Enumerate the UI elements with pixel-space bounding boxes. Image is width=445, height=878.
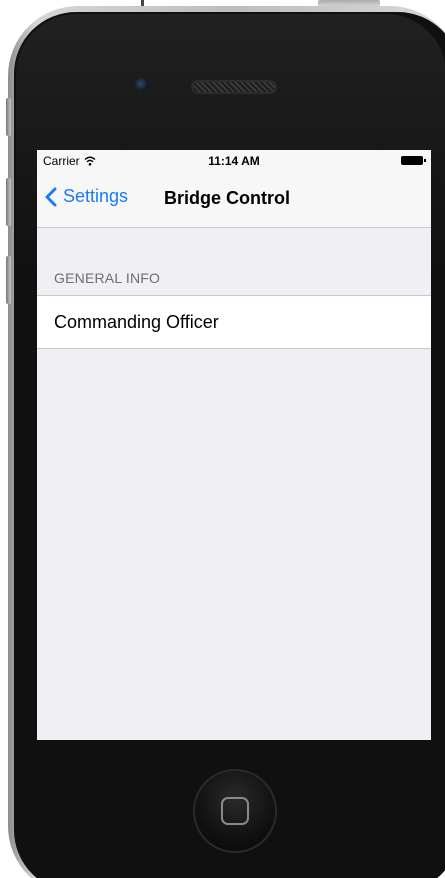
battery-icon: [401, 156, 426, 165]
back-button[interactable]: Settings: [45, 186, 128, 207]
status-time: 11:14 AM: [208, 154, 260, 168]
section-header-general-info: GENERAL INFO: [54, 270, 161, 286]
device-frame: Carrier 11:14 AM Settings Bridge Control…: [0, 0, 445, 878]
navigation-bar: Settings Bridge Control: [37, 172, 431, 228]
volume-up-button[interactable]: [6, 178, 11, 226]
status-bar: Carrier 11:14 AM: [37, 150, 431, 172]
back-chevron-icon: [45, 187, 57, 206]
mute-switch[interactable]: [6, 98, 11, 136]
front-camera: [135, 78, 149, 92]
back-button-label: Settings: [63, 186, 129, 206]
page-title: Bridge Control: [164, 188, 290, 208]
table-row-label: Commanding Officer: [54, 311, 219, 332]
volume-down-button[interactable]: [6, 256, 11, 304]
home-button-icon: [221, 797, 249, 825]
earpiece-speaker: [191, 80, 277, 94]
app-screen: Carrier 11:14 AM Settings Bridge Control…: [37, 150, 431, 740]
table-section: Commanding Officer: [37, 295, 431, 349]
home-button[interactable]: [193, 769, 277, 853]
table-row-commanding-officer[interactable]: Commanding Officer: [37, 296, 431, 348]
